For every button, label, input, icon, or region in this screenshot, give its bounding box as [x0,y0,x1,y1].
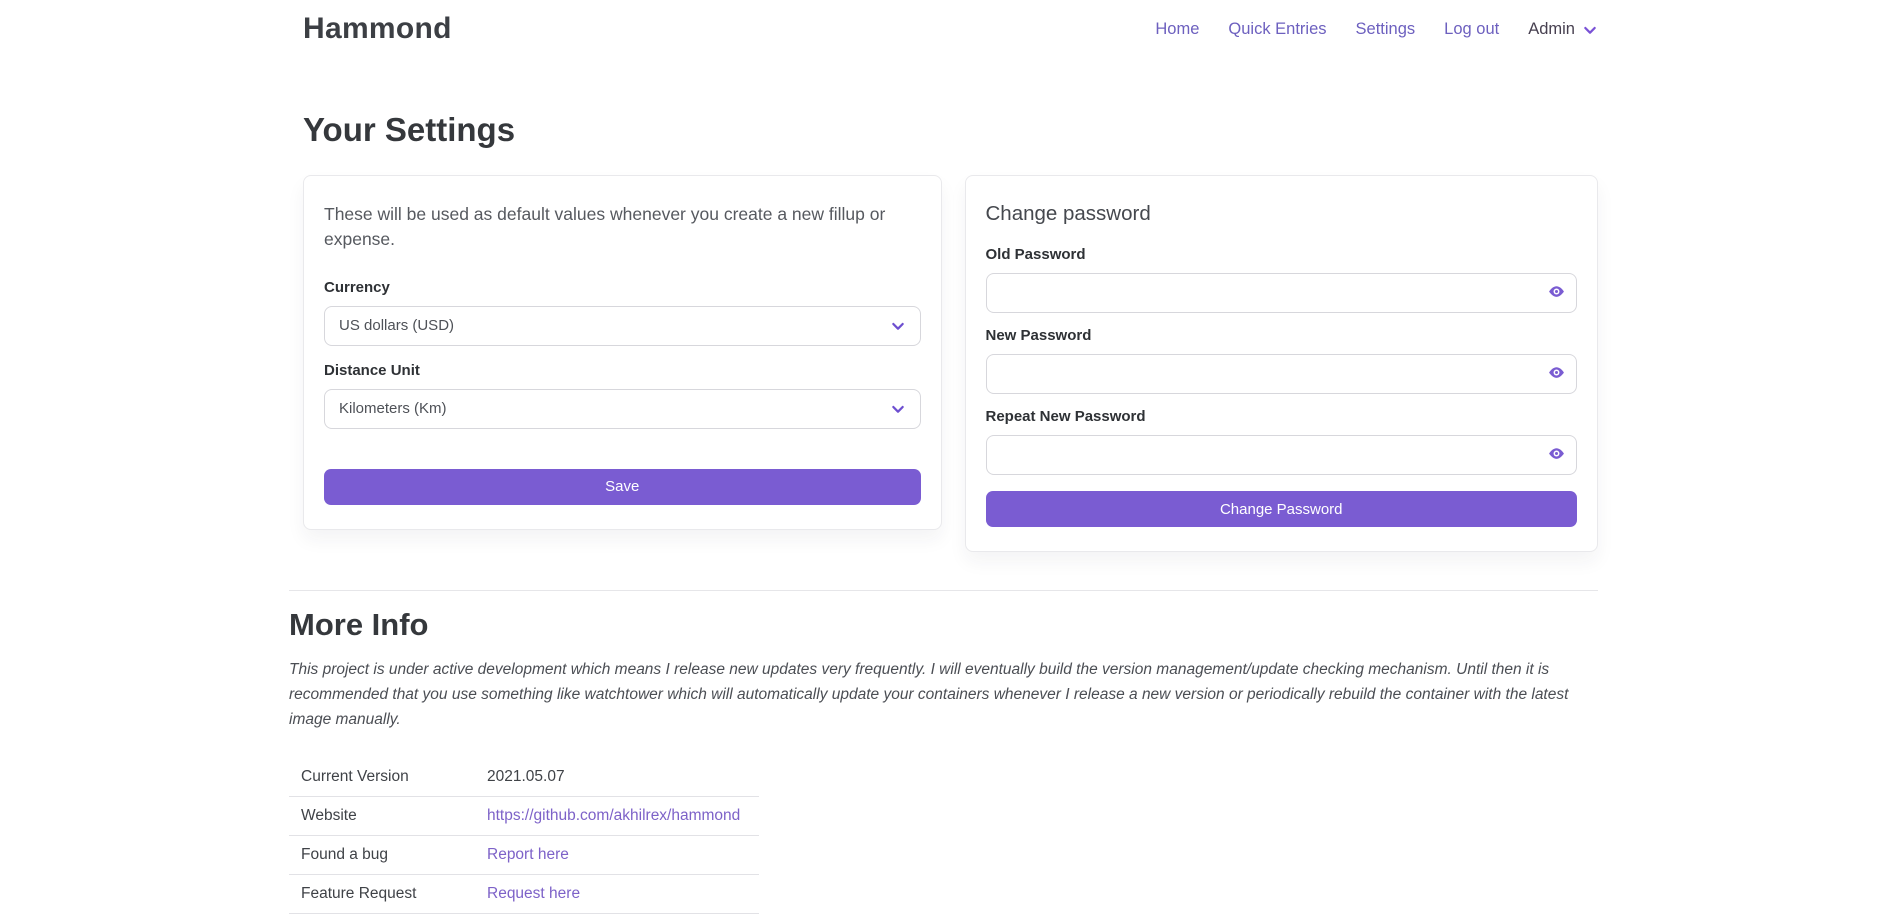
distance-unit-selected-value: Kilometers (Km) [339,400,447,417]
distance-unit-label: Distance Unit [324,362,921,379]
toggle-repeat-new-password-visibility-button[interactable] [1548,445,1565,465]
settings-main: Your Settings These will be used as defa… [303,110,1598,914]
repeat-new-password-input[interactable] [986,435,1578,475]
settings-cards: These will be used as default values whe… [303,175,1598,552]
new-password-label: New Password [986,327,1578,344]
admin-menu-label: Admin [1528,20,1575,39]
app-header: Hammond Home Quick Entries Settings Log … [0,0,1901,46]
nav-item-logout[interactable]: Log out [1444,20,1499,39]
default-values-description: These will be used as default values whe… [324,202,921,253]
nav-item-quick-entries[interactable]: Quick Entries [1228,20,1326,39]
eye-icon [1548,283,1565,303]
table-row-found-a-bug: Found a bug Report here [289,836,759,875]
eye-icon [1548,364,1565,384]
more-info-note: This project is under active development… [289,657,1598,732]
info-label: Found a bug [289,836,475,875]
old-password-input[interactable] [986,273,1578,313]
info-label: Website [289,797,475,836]
repeat-new-password-field: Repeat New Password [986,408,1578,475]
toggle-old-password-visibility-button[interactable] [1548,283,1565,303]
main-nav: Home Quick Entries Settings Log out Admi… [1155,20,1598,39]
currency-label: Currency [324,279,921,296]
info-table: Current Version 2021.05.07 Website https… [289,758,759,914]
distance-unit-select[interactable]: Kilometers (Km) [324,389,921,429]
change-password-card: Change password Old Password New Passwor… [965,175,1599,552]
save-button[interactable]: Save [324,469,921,505]
eye-icon [1548,445,1565,465]
old-password-field: Old Password [986,246,1578,313]
feature-request-link[interactable]: Request here [487,885,580,902]
table-row-website: Website https://github.com/akhilrex/hamm… [289,797,759,836]
nav-item-home[interactable]: Home [1155,20,1199,39]
new-password-input[interactable] [986,354,1578,394]
website-link[interactable]: https://github.com/akhilrex/hammond [487,807,740,824]
chevron-down-icon [890,318,906,334]
chevron-down-icon [1582,22,1598,38]
currency-select[interactable]: US dollars (USD) [324,306,921,346]
app-logo[interactable]: Hammond [303,12,452,46]
change-password-title: Change password [986,202,1578,226]
chevron-down-icon [890,401,906,417]
change-password-button[interactable]: Change Password [986,491,1578,527]
distance-unit-field: Distance Unit Kilometers (Km) [324,362,921,429]
currency-field: Currency US dollars (USD) [324,279,921,346]
more-info-section: More Info This project is under active d… [289,590,1598,914]
toggle-new-password-visibility-button[interactable] [1548,364,1565,384]
old-password-label: Old Password [986,246,1578,263]
section-divider [289,590,1598,591]
currency-selected-value: US dollars (USD) [339,317,454,334]
table-row-feature-request: Feature Request Request here [289,875,759,914]
info-label: Feature Request [289,875,475,914]
page-title: Your Settings [303,110,1598,150]
current-version-value: 2021.05.07 [475,758,759,797]
more-info-title: More Info [289,607,1598,643]
report-bug-link[interactable]: Report here [487,846,569,863]
default-values-card: These will be used as default values whe… [303,175,942,530]
new-password-field: New Password [986,327,1578,394]
repeat-new-password-label: Repeat New Password [986,408,1578,425]
info-label: Current Version [289,758,475,797]
table-row-current-version: Current Version 2021.05.07 [289,758,759,797]
nav-item-settings[interactable]: Settings [1356,20,1416,39]
admin-menu[interactable]: Admin [1528,20,1598,39]
